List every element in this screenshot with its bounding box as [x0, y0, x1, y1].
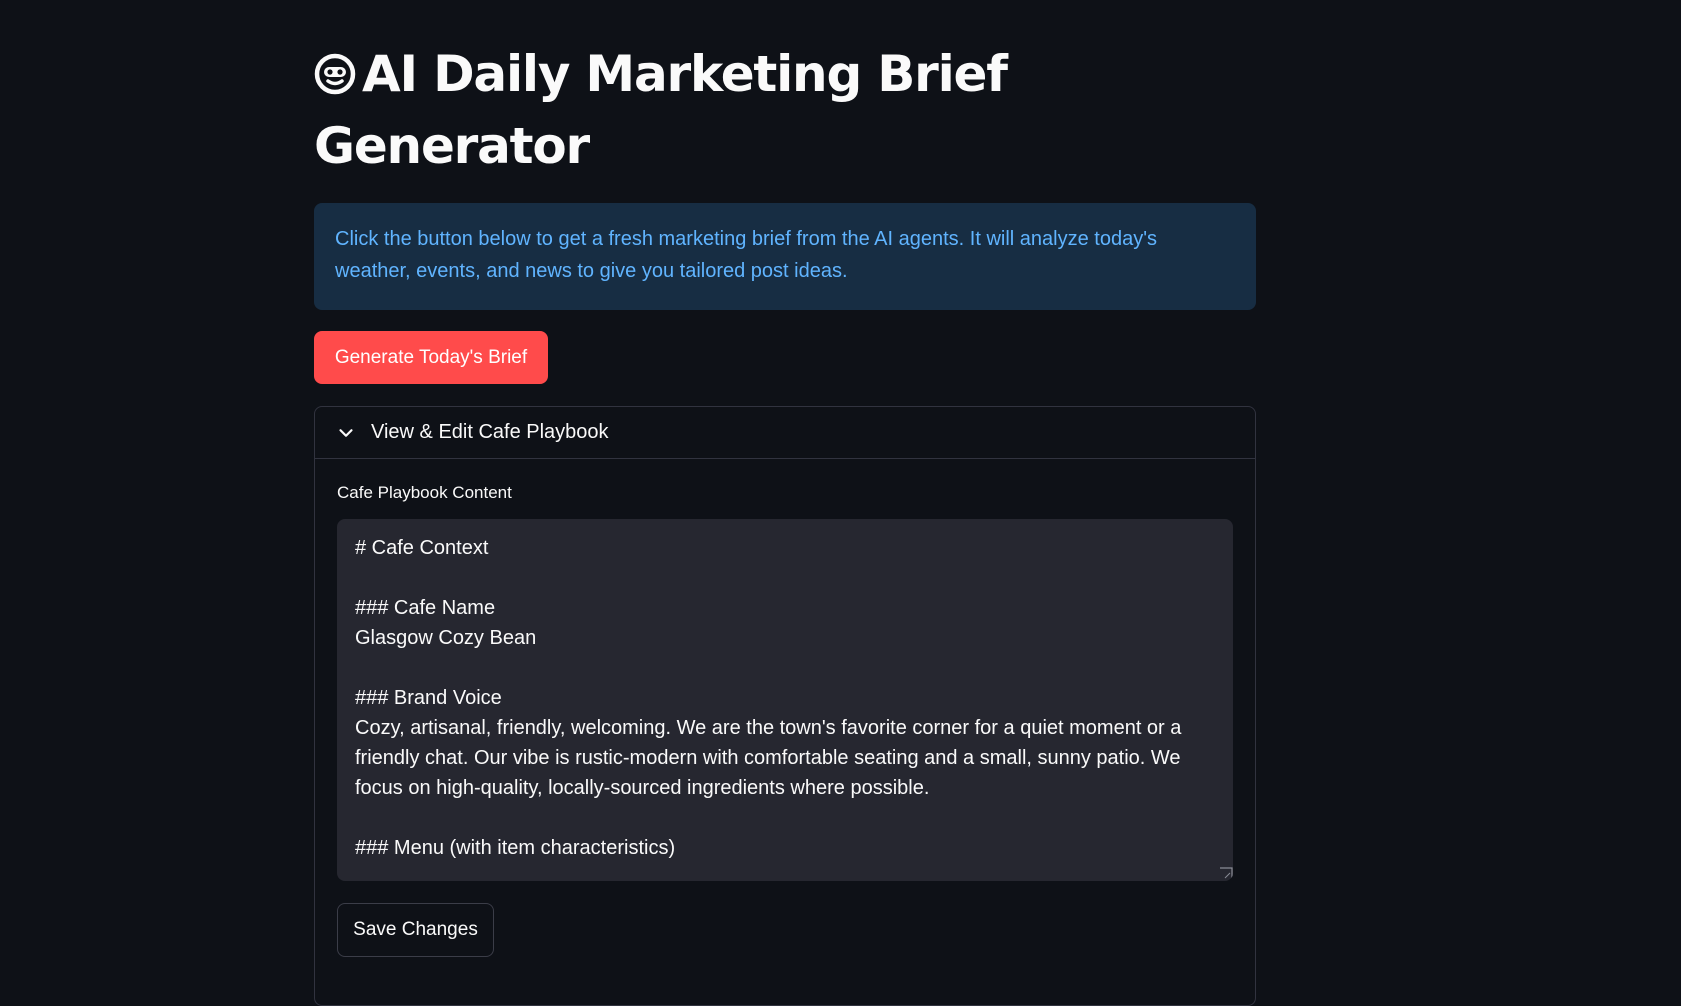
- generate-brief-button[interactable]: Generate Today's Brief: [314, 331, 548, 384]
- playbook-textarea-wrapper: # Cafe Context ### Cafe Name Glasgow Coz…: [337, 519, 1233, 881]
- info-alert: Click the button below to get a fresh ma…: [314, 203, 1256, 310]
- save-changes-button[interactable]: Save Changes: [337, 903, 494, 957]
- playbook-expander: View & Edit Cafe Playbook Cafe Playbook …: [314, 406, 1256, 1006]
- robot-face-icon: [314, 53, 356, 95]
- page-title-text: AI Daily Marketing Brief Generator: [314, 45, 1008, 175]
- chevron-down-icon: [339, 428, 353, 437]
- playbook-expander-label: View & Edit Cafe Playbook: [371, 421, 609, 443]
- playbook-expander-header[interactable]: View & Edit Cafe Playbook: [315, 407, 1255, 459]
- playbook-content-textarea[interactable]: # Cafe Context ### Cafe Name Glasgow Coz…: [337, 519, 1233, 881]
- page-title: AI Daily Marketing Brief Generator: [314, 38, 1074, 182]
- info-alert-text: Click the button below to get a fresh ma…: [335, 228, 1158, 282]
- playbook-field-label: Cafe Playbook Content: [337, 483, 512, 502]
- resize-handle-icon[interactable]: [1219, 867, 1233, 881]
